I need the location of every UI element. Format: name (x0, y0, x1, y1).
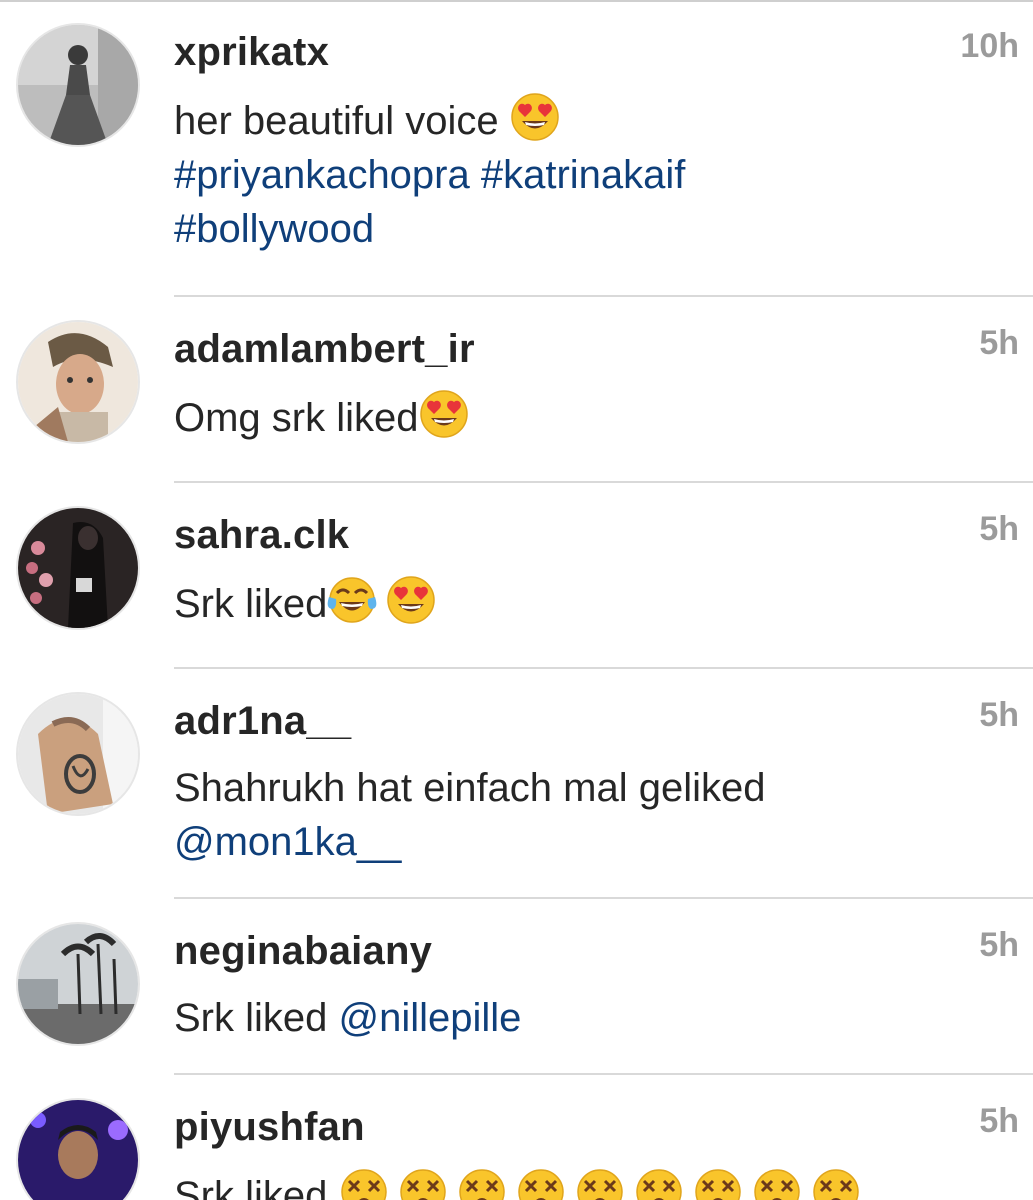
comment-timestamp: 5h (979, 696, 1019, 734)
comment-username[interactable]: piyushfan (174, 1101, 365, 1153)
comment-item: sahra.clk 5h Srk liked (0, 483, 1033, 667)
heart-eyes-emoji (510, 92, 560, 142)
comment-item: piyushfan 5h Srk liked (0, 1075, 1033, 1200)
comment-text: her beautiful voice (174, 99, 499, 143)
comment-timestamp: 5h (979, 1102, 1019, 1140)
dizzy-face-emoji (752, 1167, 802, 1200)
comment-username[interactable]: neginabaiany (174, 925, 432, 977)
comment-item: adr1na__ 5h Shahrukh hat einfach mal gel… (0, 669, 1033, 897)
comment-text: Shahrukh hat einfach mal geliked (174, 766, 766, 810)
comment-username[interactable]: xprikatx (174, 26, 329, 78)
comment-body: Omg srk liked (174, 389, 974, 445)
avatar[interactable] (16, 1098, 140, 1200)
comment-body: Srk liked (174, 575, 974, 631)
comment-username[interactable]: sahra.clk (174, 509, 349, 561)
hashtag-line[interactable]: #bollywood (174, 207, 374, 251)
dizzy-face-emoji (575, 1167, 625, 1200)
dizzy-face-emoji (516, 1167, 566, 1200)
avatar[interactable] (16, 320, 140, 444)
emoji-row (339, 1169, 870, 1200)
hashtag-line[interactable]: #priyankachopra #katrinakaif (174, 153, 685, 197)
dizzy-face-emoji (634, 1167, 684, 1200)
comment-text: Srk liked (174, 582, 328, 626)
comment-item: xprikatx 10h her beautiful voice #priyan… (0, 0, 1033, 296)
comment-body: Shahrukh hat einfach mal geliked @mon1ka… (174, 761, 974, 869)
dizzy-face-emoji (457, 1167, 507, 1200)
avatar[interactable] (16, 922, 140, 1046)
user-mention-link[interactable]: @nillepille (339, 996, 522, 1040)
avatar[interactable] (16, 692, 140, 816)
dizzy-face-emoji (398, 1167, 448, 1200)
comment-text: Srk liked (174, 1174, 328, 1200)
avatar-photo-neginabaiany (18, 924, 138, 1044)
avatar-photo-xprikatx (18, 25, 138, 145)
dizzy-face-emoji (339, 1167, 389, 1200)
comment-timestamp: 5h (979, 510, 1019, 548)
heart-eyes-emoji (419, 389, 469, 439)
avatar-photo-sahra-clk (18, 508, 138, 628)
comment-item: neginabaiany 5h Srk liked @nillepille (0, 899, 1033, 1073)
avatar-photo-piyushfan (18, 1100, 138, 1200)
comments-screen: xprikatx 10h her beautiful voice #priyan… (0, 0, 1033, 1200)
heart-eyes-emoji (386, 575, 436, 625)
user-mention-link[interactable]: @mon1ka__ (174, 820, 401, 864)
avatar[interactable] (16, 23, 140, 147)
avatar[interactable] (16, 506, 140, 630)
comment-timestamp: 5h (979, 926, 1019, 964)
comment-timestamp: 10h (960, 27, 1019, 65)
comment-text: Omg srk liked (174, 396, 419, 440)
avatar-photo-adamlambert_ir (18, 322, 138, 442)
dizzy-face-emoji (811, 1167, 861, 1200)
avatar-photo-adr1na (18, 694, 138, 814)
dizzy-face-emoji (693, 1167, 743, 1200)
comment-body: Srk liked @nillepille (174, 991, 974, 1045)
comment-body: her beautiful voice #priyankachopra #kat… (174, 92, 974, 256)
comment-username[interactable]: adr1na__ (174, 695, 351, 747)
comment-text: Srk liked (174, 996, 328, 1040)
comment-username[interactable]: adamlambert_ir (174, 323, 475, 375)
tears-of-joy-emoji (327, 575, 377, 625)
comment-body: Srk liked (174, 1167, 974, 1200)
comment-item: adamlambert_ir 5h Omg srk liked (0, 297, 1033, 481)
comment-timestamp: 5h (979, 324, 1019, 362)
